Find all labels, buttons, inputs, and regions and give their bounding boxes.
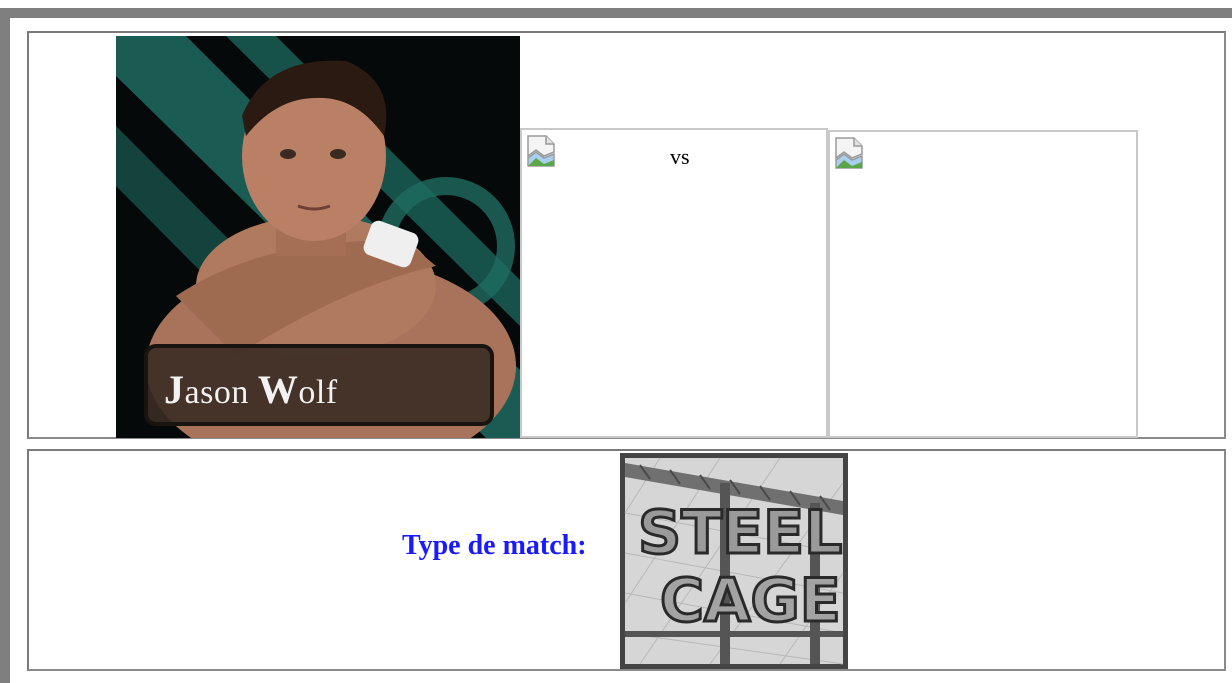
name-last-rest: olf bbox=[298, 374, 338, 411]
steel-cage-artwork: STEEL CAGE bbox=[620, 453, 848, 669]
vs-label: vs bbox=[670, 144, 690, 169]
cage-text: CAGE bbox=[660, 566, 841, 636]
wrestler-portrait-jason-wolf: Jason Wolf bbox=[116, 36, 520, 438]
broken-image-icon bbox=[835, 137, 863, 169]
opponent-image-1: vs bbox=[520, 128, 828, 438]
steel-text: STEEL bbox=[638, 498, 842, 568]
name-first-rest: ason bbox=[184, 374, 249, 411]
match-type-label: Type de match: bbox=[402, 530, 587, 561]
steel-cage-image: STEEL CAGE bbox=[620, 453, 848, 669]
name-first-initial: J bbox=[164, 367, 185, 412]
opponent-image-2 bbox=[828, 130, 1138, 438]
portrait-name-label: Jason Wolf bbox=[164, 366, 338, 413]
name-last-initial: W bbox=[257, 367, 299, 412]
broken-image-icon bbox=[527, 135, 555, 167]
